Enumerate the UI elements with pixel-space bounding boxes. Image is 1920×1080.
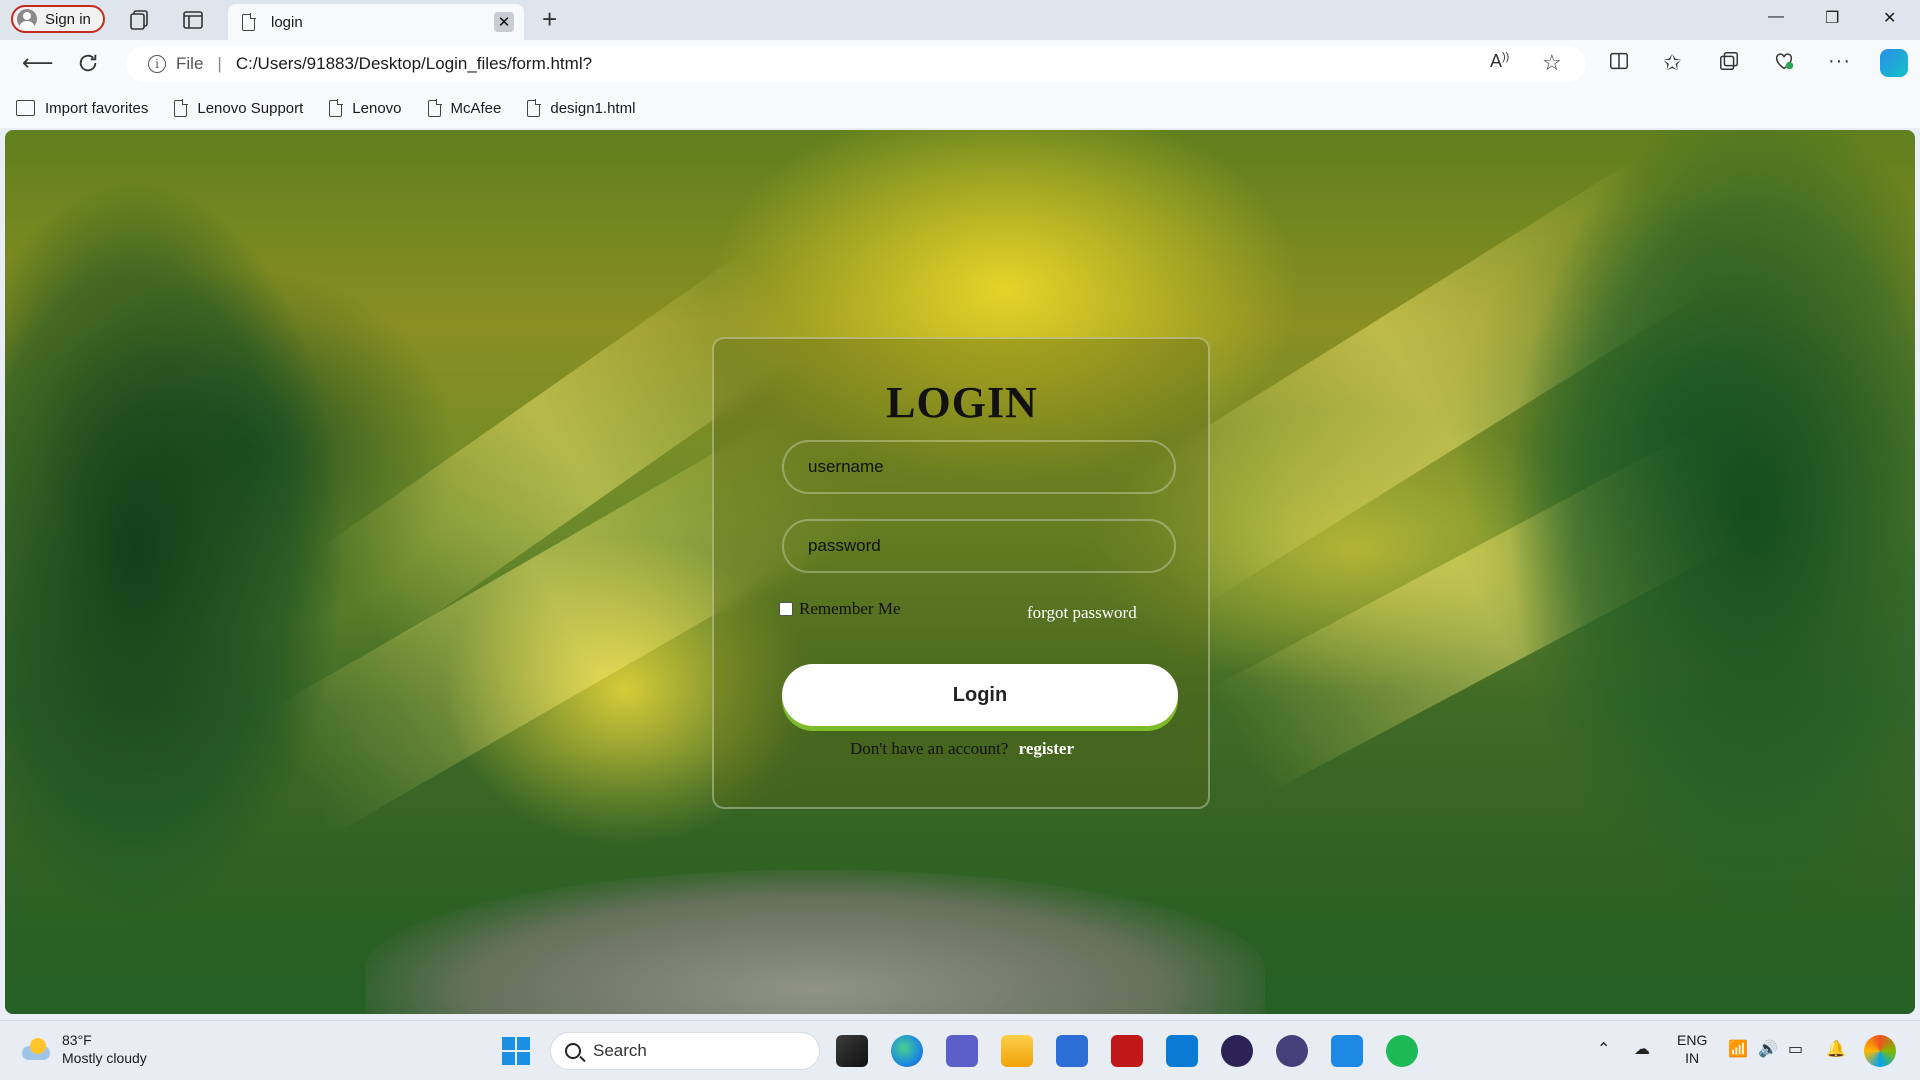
login-title: LOGIN	[886, 378, 1038, 427]
forgot-password-link[interactable]: forgot password	[1027, 603, 1137, 623]
register-link[interactable]: register	[1019, 739, 1074, 758]
tab-actions-icon[interactable]	[181, 8, 205, 32]
new-tab-button[interactable]: +	[542, 4, 557, 35]
favorite-star-icon[interactable]: ☆	[1542, 50, 1562, 76]
mcafee-icon[interactable]	[1111, 1035, 1143, 1067]
more-options-icon[interactable]: ···	[1828, 50, 1851, 73]
back-button[interactable]: ⟵	[22, 50, 54, 76]
address-separator: |	[217, 54, 222, 73]
favorite-item-lenovo-support[interactable]: Lenovo Support	[174, 98, 304, 117]
tab-close-button[interactable]: ✕	[494, 12, 514, 32]
avatar-icon	[17, 9, 37, 29]
favorites-bar: Import favorites Lenovo Support Lenovo M…	[0, 88, 1920, 128]
copilot-taskbar-icon[interactable]	[1864, 1035, 1896, 1067]
tab-login[interactable]: login ✕	[228, 4, 524, 40]
copilot-icon[interactable]	[1880, 49, 1908, 77]
tab-title: login	[271, 13, 303, 31]
login-button[interactable]: Login	[782, 664, 1178, 726]
import-icon	[16, 100, 35, 116]
register-prompt: Don't have an account? register	[714, 739, 1210, 759]
teams-icon[interactable]	[946, 1035, 978, 1067]
close-window-button[interactable]: ✕	[1883, 8, 1896, 28]
scheme-label: File	[176, 54, 204, 73]
search-icon	[565, 1043, 581, 1059]
remember-me[interactable]: Remember Me	[779, 599, 901, 619]
browser-essentials-icon[interactable]	[1773, 50, 1795, 72]
notifications-icon[interactable]: 🔔	[1826, 1039, 1846, 1059]
search-label: Search	[593, 1041, 647, 1060]
collections-icon[interactable]	[1718, 50, 1740, 72]
edge-icon[interactable]	[891, 1035, 923, 1067]
favorite-label: Lenovo	[352, 99, 402, 117]
username-input[interactable]	[782, 440, 1176, 494]
minimize-button[interactable]: —	[1768, 8, 1784, 26]
favorite-label: Import favorites	[45, 99, 149, 117]
favorite-item-lenovo[interactable]: Lenovo	[329, 98, 402, 117]
spotify-icon[interactable]	[1386, 1035, 1418, 1067]
page-icon	[174, 98, 189, 117]
page-icon	[242, 12, 256, 31]
partly-cloudy-icon	[20, 1038, 52, 1060]
eclipse-icon[interactable]	[1221, 1035, 1253, 1067]
read-aloud-icon[interactable]: A))	[1490, 51, 1509, 72]
weather-widget[interactable]: 83°F Mostly cloudy	[20, 1031, 147, 1067]
start-button[interactable]	[502, 1037, 530, 1065]
task-view-icon[interactable]	[836, 1035, 868, 1067]
address-bar[interactable]: i File | C:/Users/91883/Desktop/Login_fi…	[126, 46, 1586, 82]
language-code: ENG	[1677, 1032, 1708, 1048]
info-icon[interactable]: i	[148, 55, 166, 73]
onedrive-offline-icon[interactable]: ☁	[1634, 1039, 1650, 1059]
region-code: IN	[1685, 1050, 1700, 1066]
favorite-item-design1[interactable]: design1.html	[527, 98, 636, 117]
split-screen-icon[interactable]	[1608, 50, 1630, 72]
password-input[interactable]	[782, 519, 1176, 573]
weather-desc: Mostly cloudy	[62, 1050, 147, 1066]
cortana-icon[interactable]	[1166, 1035, 1198, 1067]
login-form: LOGIN Remember Me forgot password Login …	[712, 337, 1210, 809]
page-icon	[329, 98, 344, 117]
favorite-label: design1.html	[550, 99, 636, 117]
remember-me-label: Remember Me	[799, 599, 901, 618]
battery-icon[interactable]: ▭	[1788, 1039, 1803, 1059]
vscode-icon[interactable]	[1331, 1035, 1363, 1067]
wifi-icon[interactable]: 📶	[1728, 1039, 1748, 1059]
store-icon[interactable]	[1056, 1035, 1088, 1067]
page-icon	[427, 98, 442, 117]
language-indicator[interactable]: ENG IN	[1677, 1031, 1707, 1067]
maximize-button[interactable]: ❐	[1825, 8, 1839, 28]
no-account-text: Don't have an account?	[850, 739, 1009, 758]
favorite-item-import[interactable]: Import favorites	[16, 100, 148, 117]
workspaces-icon[interactable]	[128, 8, 152, 32]
refresh-icon[interactable]	[77, 52, 99, 74]
page-icon	[527, 98, 542, 117]
taskbar-search[interactable]: Search	[550, 1032, 820, 1070]
sign-in-label: Sign in	[45, 10, 91, 28]
volume-icon[interactable]: 🔊	[1758, 1039, 1778, 1059]
taskbar: 83°F Mostly cloudy Search ⌃ ☁ ENG IN 📶 🔊…	[0, 1020, 1920, 1080]
favorite-item-mcafee[interactable]: McAfee	[427, 98, 502, 117]
sign-in-button[interactable]: Sign in	[11, 5, 105, 33]
favorite-label: McAfee	[450, 99, 502, 117]
browser-toolbar: ⟵ i File | C:/Users/91883/Desktop/Login_…	[0, 40, 1920, 88]
favorites-icon[interactable]: ✩	[1663, 50, 1681, 76]
title-bar: Sign in login ✕ + — ❐ ✕	[0, 0, 1920, 40]
chevron-up-icon[interactable]: ⌃	[1597, 1039, 1610, 1059]
favorite-label: Lenovo Support	[197, 99, 304, 117]
remember-me-checkbox[interactable]	[779, 602, 793, 616]
page-viewport: LOGIN Remember Me forgot password Login …	[5, 130, 1915, 1014]
media-app-icon[interactable]	[1276, 1035, 1308, 1067]
url-text[interactable]: C:/Users/91883/Desktop/Login_files/form.…	[236, 54, 592, 74]
weather-temp: 83°F	[62, 1032, 92, 1048]
file-explorer-icon[interactable]	[1001, 1035, 1033, 1067]
